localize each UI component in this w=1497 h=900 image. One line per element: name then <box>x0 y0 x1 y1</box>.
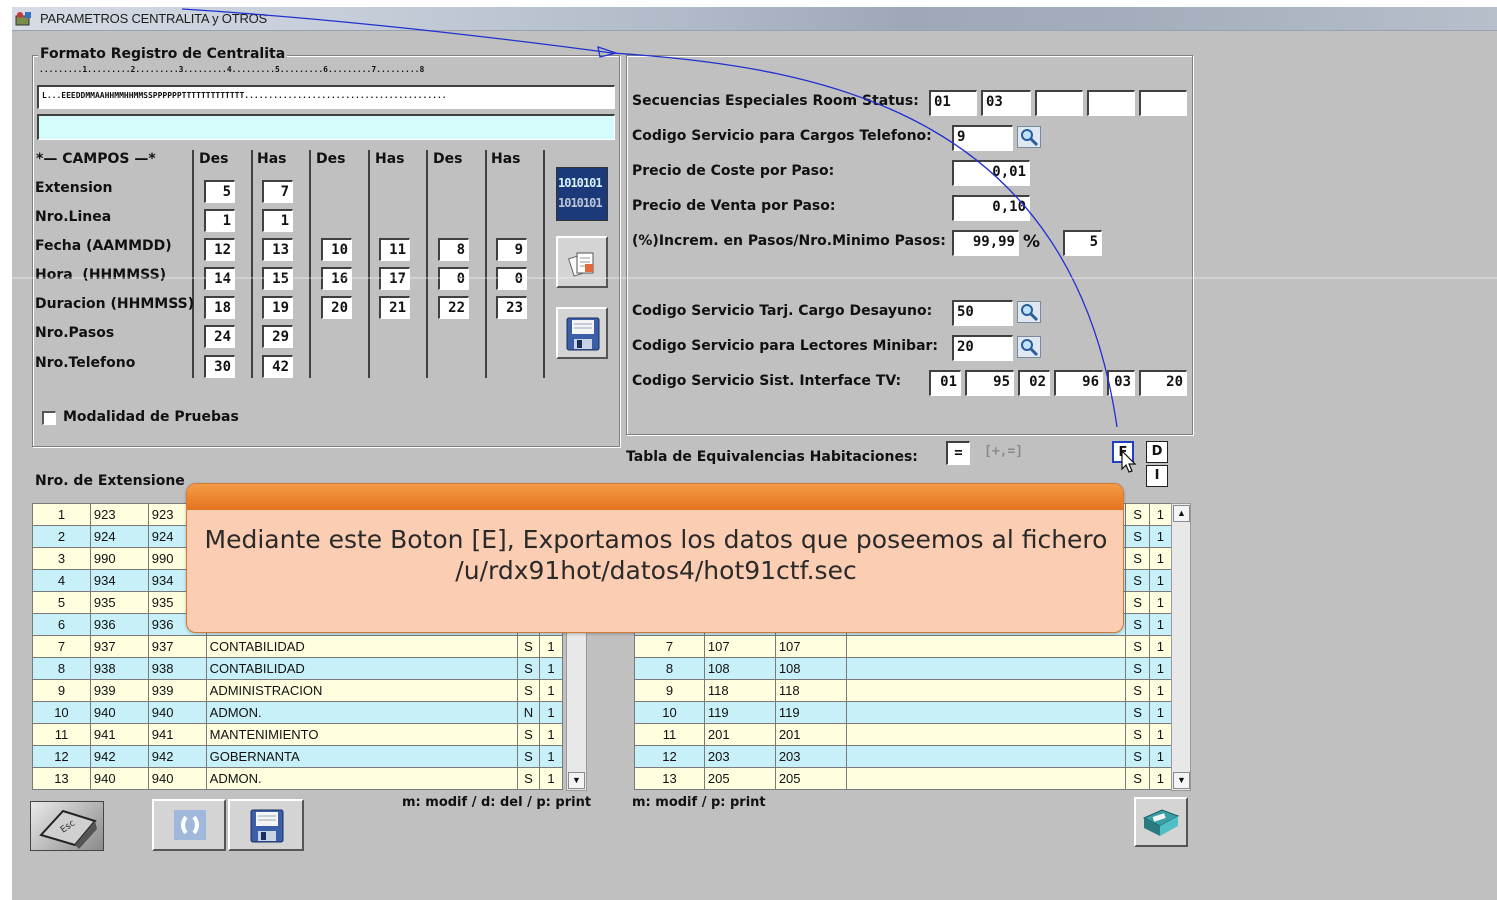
mouse-cursor-icon <box>1121 449 1137 473</box>
annotation-arrow <box>12 8 1497 428</box>
callout-line-1: Mediante este Boton [E], Exportamos los … <box>204 525 1108 554</box>
tooltip-callout: Mediante este Boton [E], Exportamos los … <box>186 483 1124 633</box>
window: PARAMETROS CENTRALITA y OTROS Formato Re… <box>12 7 1497 900</box>
callout-line-2: /u/rdx91hot/datos4/hot91ctf.sec <box>455 556 857 585</box>
callout-text: Mediante este Boton [E], Exportamos los … <box>187 524 1123 586</box>
callout-header <box>187 484 1123 510</box>
